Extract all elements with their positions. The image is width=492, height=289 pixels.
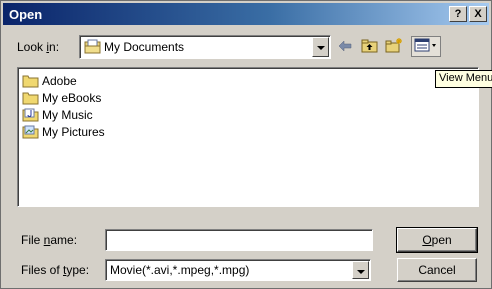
- cancel-button[interactable]: Cancel: [397, 258, 477, 282]
- help-button[interactable]: ?: [449, 6, 467, 22]
- file-name-label: File name:: [21, 233, 78, 247]
- list-item-label: My Music: [42, 108, 93, 122]
- folder-icon: [22, 75, 39, 88]
- documents-folder-icon: [84, 39, 102, 58]
- list-item[interactable]: My Pictures: [22, 124, 105, 140]
- look-in-combo[interactable]: My Documents: [79, 35, 331, 59]
- list-item-label: Adobe: [42, 74, 77, 88]
- file-type-value: Movie(*.avi,*.mpeg,*.mpg): [110, 263, 250, 277]
- list-item-label: My Pictures: [42, 125, 105, 139]
- close-button[interactable]: X: [469, 6, 487, 22]
- look-in-row: Look in: My Documents: [1, 35, 491, 61]
- up-folder-icon[interactable]: [361, 38, 379, 57]
- title-bar[interactable]: Open ? X: [3, 3, 489, 25]
- music-folder-icon: [22, 108, 39, 122]
- look-in-value: My Documents: [104, 40, 185, 54]
- folder-icon: [22, 92, 39, 105]
- list-item[interactable]: My eBooks: [22, 90, 101, 106]
- file-name-input[interactable]: [105, 229, 373, 251]
- look-in-dropdown-button[interactable]: [312, 37, 329, 57]
- back-arrow-icon[interactable]: [337, 38, 353, 57]
- file-type-combo[interactable]: Movie(*.avi,*.mpeg,*.mpg): [105, 259, 371, 281]
- view-menu-icon[interactable]: [411, 36, 441, 57]
- dialog-title: Open: [9, 6, 43, 22]
- list-item-label: My eBooks: [42, 91, 102, 105]
- pictures-folder-icon: [22, 125, 39, 139]
- list-item[interactable]: Adobe: [22, 73, 77, 89]
- look-in-label: Look in:: [17, 40, 60, 54]
- open-dialog: Open ? X Look in: My Documents Adobe My …: [0, 0, 492, 289]
- file-list[interactable]: Adobe My eBooks My Music My Pictures: [17, 67, 479, 207]
- new-folder-icon[interactable]: [385, 38, 403, 57]
- file-type-label: Files of type:: [21, 263, 90, 277]
- open-button[interactable]: Open: [396, 227, 478, 253]
- list-item[interactable]: My Music: [22, 107, 93, 123]
- file-type-dropdown-button[interactable]: [352, 261, 369, 279]
- view-menu-tooltip: View Menu: [435, 70, 492, 88]
